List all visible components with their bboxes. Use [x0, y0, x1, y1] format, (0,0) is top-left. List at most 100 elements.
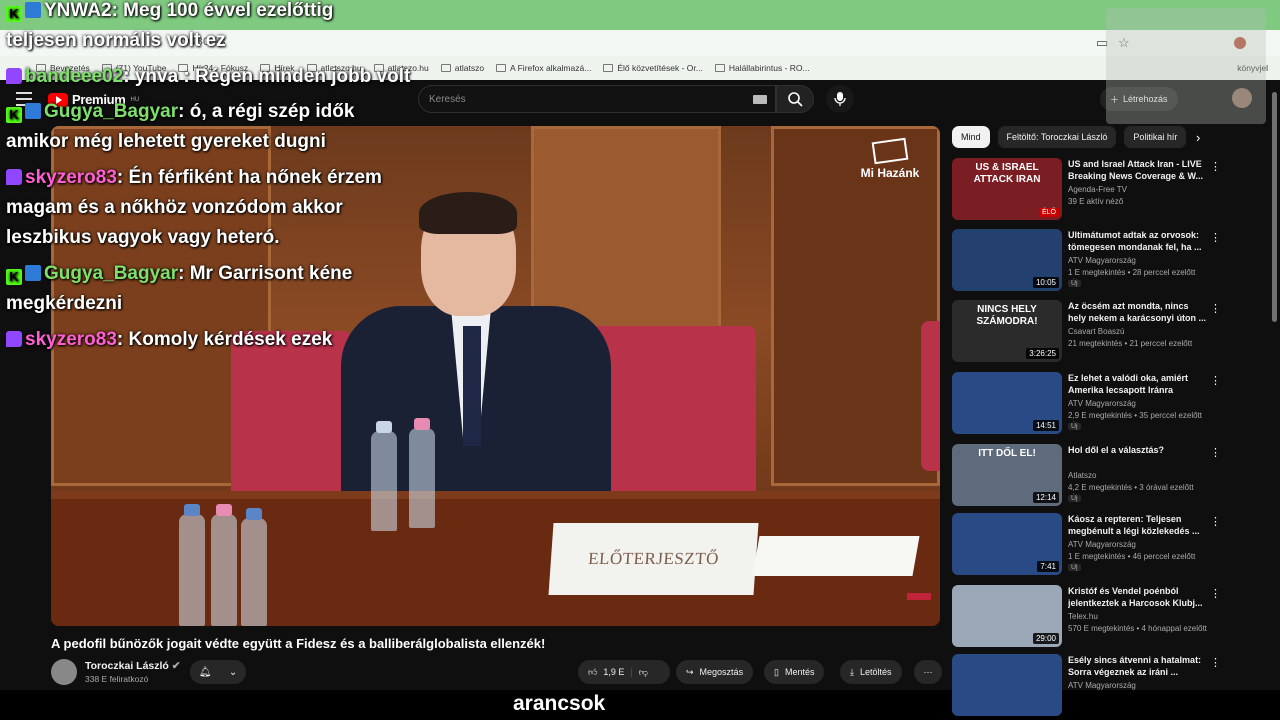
water-bottle	[241, 508, 267, 626]
duration-badge: 10:05	[1032, 277, 1059, 288]
twitch-icon	[6, 331, 22, 347]
thumbnail-text: NINCS HELY SZÁMODRA!	[976, 304, 1038, 327]
chat-line: skyzero83: Én férfiként ha nőnek érzem	[6, 163, 382, 193]
recommendation-title[interactable]: Az öcsém azt mondta, nincs hely nekem a …	[1068, 300, 1208, 324]
bookmark-label: A Firefox alkalmazá...	[510, 63, 592, 73]
chat-username: Gugya_Bagyar	[44, 101, 179, 122]
recommendation-channel[interactable]: ATV Magyarország	[1068, 399, 1136, 408]
recommendation-channel[interactable]: ATV Magyarország	[1068, 256, 1136, 265]
download-button[interactable]: ⤓ Letöltés	[840, 660, 902, 684]
save-button[interactable]: ▯ Mentés	[764, 660, 825, 684]
bookmark-icon: ▯	[774, 666, 779, 677]
video-thumbnail[interactable]: 10:05	[952, 229, 1062, 291]
video-thumbnail[interactable]: ITT DŐL EL! 12:14	[952, 444, 1062, 506]
recommendation-item[interactable]: NINCS HELY SZÁMODRA! 3:26:25 Az öcsém azt …	[952, 300, 1270, 362]
folder-icon	[714, 64, 725, 72]
recommendation-title[interactable]: Ez lehet a valódi oka, amiért Amerika le…	[1068, 372, 1208, 396]
recommendation-item[interactable]: 7:41 Káosz a repteren: Teljesen megbénult…	[952, 513, 1270, 575]
scrollbar[interactable]	[1272, 92, 1277, 322]
chat-message: : Komoly kérdések ezek	[116, 329, 333, 350]
filter-chip[interactable]: Politikai hír	[1124, 126, 1187, 148]
folder-icon	[496, 64, 507, 72]
video-thumbnail[interactable]: 29:00	[952, 585, 1062, 647]
chat-username: skyzero83	[25, 329, 117, 350]
new-badge: Új	[1068, 423, 1081, 430]
recommendation-item[interactable]: 29:00 Kristóf és Vendel poénból jelentkez…	[952, 585, 1270, 647]
like-dislike-group[interactable]: 👍︎ 1,9 E | 👎︎	[578, 660, 670, 684]
more-options-icon[interactable]: ⋮	[1210, 446, 1221, 459]
recommendation-channel[interactable]: Telex.hu	[1068, 612, 1098, 621]
thumbs-up-icon[interactable]: 👍︎	[588, 667, 597, 678]
microphone-button[interactable]	[826, 85, 854, 113]
subscribe-bell-button[interactable]: 🔔︎ ⌄	[190, 660, 246, 684]
bookmark-item[interactable]: Halállabirintus - RO...	[714, 63, 810, 73]
more-options-icon[interactable]: ⋮	[1210, 587, 1221, 600]
video-thumbnail[interactable]: 14:51	[952, 372, 1062, 434]
video-thumbnail[interactable]: 7:41	[952, 513, 1062, 575]
recommendation-item[interactable]: 10:05 Ultimátumot adtak az orvosok: tömeg…	[952, 229, 1270, 291]
live-badge: ÉLŐ	[1038, 208, 1059, 217]
recommendation-channel[interactable]: ATV Magyarország	[1068, 681, 1136, 690]
search-input[interactable]: Keresés	[418, 85, 776, 113]
video-thumbnail[interactable]: US & ISRAEL ATTACK IRAN ÉLŐ	[952, 158, 1062, 220]
video-thumbnail[interactable]: NINCS HELY SZÁMODRA! 3:26:25	[952, 300, 1062, 362]
channel-info: Toroczkai László ✔ 338 E feliratkozó	[51, 659, 181, 685]
more-actions-button[interactable]: ⋯	[914, 660, 942, 684]
recommendation-channel[interactable]: Atlatszo	[1068, 471, 1096, 480]
duration-badge: 7:41	[1037, 561, 1059, 572]
chat-message: : ó, a régi szép idők	[178, 101, 355, 122]
recommendation-title[interactable]: Hol dől el a választás?	[1068, 444, 1208, 456]
keyboard-icon[interactable]	[753, 95, 767, 104]
like-count: 1,9 E	[603, 667, 625, 677]
recommendation-title[interactable]: US and Israel Attack Iran - LIVE Breakin…	[1068, 158, 1208, 182]
new-badge: Új	[1068, 564, 1081, 571]
search-placeholder: Keresés	[429, 94, 466, 105]
recommendation-title[interactable]: Esély sincs átvenni a hatalmat: Sorra vé…	[1068, 654, 1208, 678]
chevron-down-icon: ⌄	[228, 666, 238, 678]
channel-avatar[interactable]	[51, 659, 77, 685]
thumbs-down-icon[interactable]: 👎︎	[639, 667, 648, 678]
recommendation-title[interactable]: Káosz a repteren: Teljesen megbénult a l…	[1068, 513, 1208, 537]
more-options-icon[interactable]: ⋮	[1210, 374, 1221, 387]
water-bottle	[179, 504, 205, 626]
recommendation-meta: 1 E megtekintés • 46 perccel ezelőtt	[1068, 552, 1196, 561]
recommendation-item[interactable]: US & ISRAEL ATTACK IRAN ÉLŐ US and Israel …	[952, 158, 1270, 220]
recommendation-channel[interactable]: Agenda-Free TV	[1068, 185, 1127, 194]
chat-message: teljesen normális volt ez	[6, 30, 226, 51]
bookmark-item[interactable]: Élő közvetítések - Or...	[603, 63, 703, 73]
more-options-icon[interactable]: ⋮	[1210, 302, 1221, 315]
recommendation-meta: 2,9 E megtekintés • 35 perccel ezelőtt	[1068, 411, 1202, 420]
bookmark-item[interactable]: atlatszo	[440, 63, 484, 73]
bookmark-item[interactable]: A Firefox alkalmazá...	[496, 63, 591, 73]
video-thumbnail[interactable]	[952, 654, 1062, 716]
chat-line: teljesen normális volt ez	[6, 26, 226, 56]
more-options-icon[interactable]: ⋮	[1210, 231, 1221, 244]
more-options-icon[interactable]: ⋮	[1210, 160, 1221, 173]
folder-icon	[603, 64, 614, 72]
chat-line: bandeee02: ynva : Régen minden jobb volt	[6, 62, 410, 92]
chat-message: leszbikus vagyok vagy heteró.	[6, 227, 280, 248]
recommendation-item[interactable]: Esély sincs átvenni a hatalmat: Sorra vé…	[952, 654, 1270, 716]
recommendation-channel[interactable]: Csavart Boaszú	[1068, 327, 1124, 336]
subscriber-count: 338 E feliratkozó	[85, 674, 149, 684]
recommendation-title[interactable]: Kristóf és Vendel poénból jelentkeztek a…	[1068, 585, 1208, 609]
search-button[interactable]	[776, 85, 814, 113]
more-options-icon[interactable]: ⋮	[1210, 656, 1221, 669]
share-button[interactable]: ↪ Megosztás	[676, 660, 754, 684]
recommendation-meta: 4,2 E megtekintés • 3 órával ezelőtt	[1068, 483, 1194, 492]
filter-chip[interactable]: Feltöltő: Toroczkai László	[997, 126, 1117, 148]
recommendation-channel[interactable]: ATV Magyarország	[1068, 540, 1136, 549]
chat-line: magam és a nőkhöz vonzódom akkor	[6, 193, 343, 223]
more-options-icon[interactable]: ⋮	[1210, 515, 1221, 528]
download-label: Letöltés	[859, 667, 892, 677]
recommendation-item[interactable]: ITT DŐL EL! 12:14 Hol dől el a választás? A…	[952, 444, 1270, 506]
recommendation-item[interactable]: 14:51 Ez lehet a valódi oka, amiért Ameri…	[952, 372, 1270, 434]
recommendation-title[interactable]: Ultimátumot adtak az orvosok: tömegesen …	[1068, 229, 1208, 253]
download-icon: ⤓	[850, 666, 854, 677]
chat-username: bandeee02	[25, 66, 124, 87]
water-bottle	[371, 421, 397, 531]
channel-name[interactable]: Toroczkai László ✔	[85, 660, 181, 672]
filter-chip[interactable]: Mind	[952, 126, 990, 148]
chevron-right-icon[interactable]: ›	[1196, 130, 1200, 145]
chat-username: YNWA2	[44, 0, 112, 21]
